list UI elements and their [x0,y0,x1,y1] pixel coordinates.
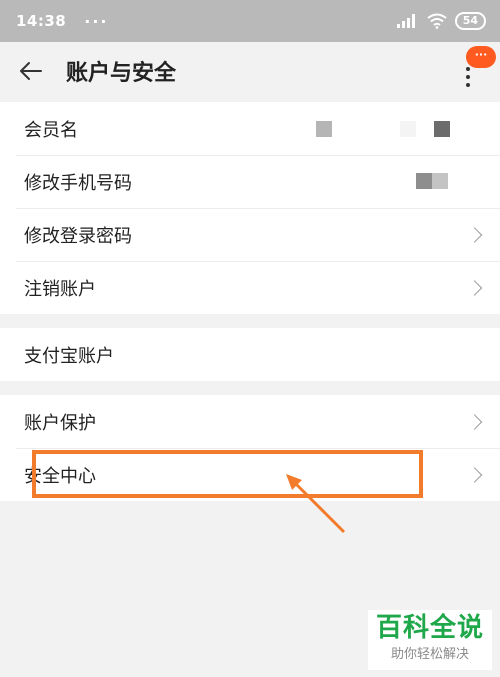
status-icons: 54 [396,12,486,30]
redacted-value [434,120,450,137]
row-label: 修改登录密码 [24,225,132,247]
arrow-left-icon [20,62,42,80]
chevron-right-icon [466,226,483,243]
cancel-account-row[interactable]: 注销账户 [0,261,500,314]
status-bar: 14:38 ··· 54 [0,0,500,42]
chevron-right-icon [466,279,483,296]
more-dot-icon [466,83,470,87]
chevron-right-icon [466,413,483,430]
more-dot-icon [466,75,470,79]
member-name-row[interactable]: 会员名 [0,102,500,155]
signal-icon [396,14,415,28]
more-dot-icon [466,67,470,71]
status-more-dots: ··· [84,11,109,31]
row-label: 修改手机号码 [24,172,132,194]
watermark-title: 百科全说 [375,613,484,643]
alipay-account-row[interactable]: 支付宝账户 [0,328,500,381]
row-label: 注销账户 [24,278,96,300]
row-label: 账户保护 [24,412,96,434]
battery-indicator: 54 [454,12,486,30]
row-label: 支付宝账户 [24,345,114,367]
account-settings-group: 会员名 修改手机号码 修改登录密码 注销账户 [0,102,500,314]
highlight-annotation-box [32,450,423,498]
redacted-value [400,120,416,137]
app-header: 账户与安全 ··· [0,42,500,100]
watermark-subtitle: 助你轻松解决 [390,647,469,662]
alipay-group: 支付宝账户 [0,328,500,381]
redacted-value [416,173,432,189]
wifi-icon [427,13,447,29]
notification-badge[interactable]: ··· [466,46,496,68]
status-time: 14:38 [16,12,67,30]
page-title: 账户与安全 [66,61,177,86]
account-protection-row[interactable]: 账户保护 [0,395,500,448]
change-phone-row[interactable]: 修改手机号码 [0,155,500,208]
redacted-value [432,173,448,189]
watermark-logo: 百科全说 助你轻松解决 [368,610,492,670]
chevron-right-icon [466,466,483,483]
back-button[interactable] [0,42,66,100]
change-login-password-row[interactable]: 修改登录密码 [0,208,500,261]
annotation-arrow-icon [286,474,346,534]
row-label: 会员名 [24,119,78,141]
redacted-value [316,120,332,137]
